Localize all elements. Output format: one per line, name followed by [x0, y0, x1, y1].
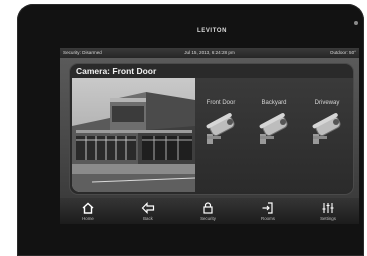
security-camera-icon — [312, 113, 341, 144]
camera-driveway[interactable]: Driveway — [301, 78, 353, 158]
camera-backyard[interactable]: Backyard — [248, 78, 300, 158]
nav-settings[interactable]: Settings — [300, 198, 356, 224]
nav-label: Security — [200, 216, 216, 221]
bottom-nav: Home Back Security Rooms Settings — [60, 198, 359, 224]
security-camera-icon — [259, 113, 288, 144]
nav-label: Rooms — [261, 216, 275, 221]
outdoor-temperature: Outdoor: 50° — [329, 50, 356, 55]
door-icon — [262, 202, 273, 214]
nav-label: Settings — [320, 216, 336, 221]
camera-label: Front Door — [206, 100, 236, 106]
nav-back[interactable]: Back — [120, 198, 176, 224]
camera-front-door[interactable]: Front Door — [195, 78, 247, 158]
sliders-icon — [322, 203, 334, 213]
panel-title: Camera: Front Door — [76, 66, 157, 76]
screen: Security: Disarmed Jul 15, 2013, 6:24:28… — [60, 48, 359, 224]
nav-rooms[interactable]: Rooms — [240, 198, 296, 224]
nav-label: Home — [82, 216, 94, 221]
nav-home[interactable]: Home — [60, 198, 116, 224]
brand-logo: LEVITON — [196, 28, 228, 34]
lock-icon — [203, 202, 213, 214]
security-camera-icon — [206, 113, 235, 144]
camera-label: Backyard — [261, 100, 287, 106]
front-camera-lens — [354, 21, 358, 25]
camera-label: Driveway — [314, 100, 340, 106]
home-icon — [82, 202, 94, 214]
camera-feed-image — [72, 78, 195, 192]
datetime: Jul 15, 2013, 6:24:28 pm — [184, 50, 235, 55]
status-bar: Security: Disarmed Jul 15, 2013, 6:24:28… — [60, 48, 359, 58]
touchscreen-device: LEVITON Security: Disarmed Jul 15, 2013,… — [17, 4, 364, 256]
main-area: Camera: Front Door Front Door Backyard D… — [60, 58, 359, 198]
camera-list: Front Door Backyard Driveway — [195, 78, 353, 192]
nav-security[interactable]: Security — [180, 198, 236, 224]
nav-label: Back — [143, 216, 153, 221]
camera-panel: Camera: Front Door Front Door Backyard D… — [70, 64, 353, 194]
camera-feed[interactable] — [72, 78, 195, 192]
back-arrow-icon — [141, 202, 155, 214]
